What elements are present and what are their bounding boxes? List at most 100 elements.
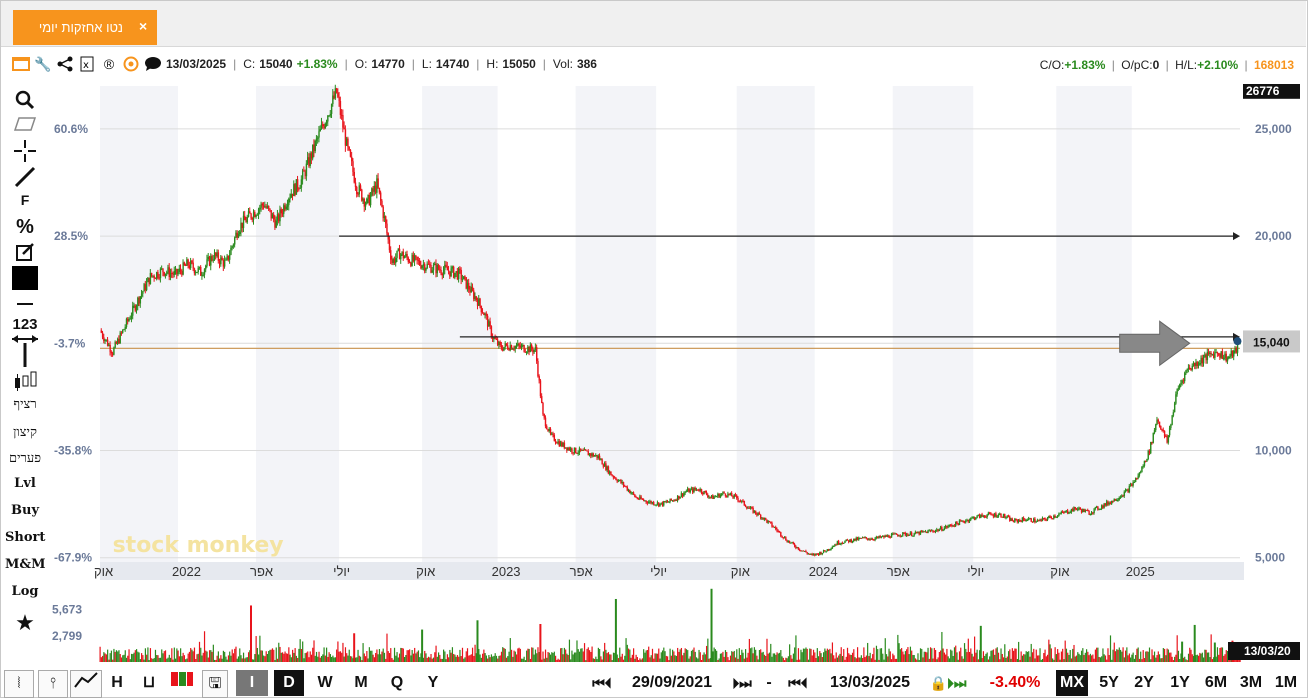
extreme-tool[interactable]: קיצון: [5, 424, 45, 440]
interval-monthly[interactable]: M: [346, 670, 376, 696]
range-2y[interactable]: 2Y: [1128, 670, 1160, 696]
range-1m[interactable]: 1M: [1270, 670, 1302, 696]
range-1y[interactable]: 1Y: [1164, 670, 1196, 696]
candle-body: [385, 216, 387, 224]
percent-tool[interactable]: %: [5, 216, 45, 239]
end-prev-nav-icon[interactable]: ⏮⏴: [780, 670, 816, 696]
bar-u-icon[interactable]: ⊔: [136, 670, 162, 696]
tab-daily-holdings[interactable]: × נטו אחזקות יומי: [13, 10, 157, 45]
candle-body: [1137, 475, 1139, 479]
excel-icon[interactable]: x: [78, 56, 96, 72]
range-5y[interactable]: 5Y: [1094, 670, 1124, 696]
candle-body: [1226, 358, 1229, 362]
color-picker-swatch[interactable]: [5, 266, 45, 293]
volume-bar: [807, 659, 810, 662]
pct-tick-label: -3.7%: [54, 336, 86, 350]
short-tool[interactable]: Short: [5, 530, 45, 545]
edit-icon[interactable]: [5, 242, 45, 265]
candle-body: [364, 203, 367, 207]
volume-bar: [464, 657, 466, 662]
candle-body: [977, 514, 980, 516]
range-max[interactable]: MX: [1056, 670, 1088, 696]
numbers-tool[interactable]: 123: [5, 316, 45, 333]
candles-icon[interactable]: [5, 370, 45, 395]
lvl-tool[interactable]: Lvl: [5, 476, 45, 491]
candle-body: [885, 535, 888, 537]
volume-bar: [911, 650, 913, 662]
comment-icon[interactable]: [144, 56, 162, 72]
trendline-icon[interactable]: [5, 166, 45, 191]
zoom-icon[interactable]: [5, 90, 45, 113]
continuous-tool[interactable]: רציף: [5, 396, 45, 412]
volume-bar: [430, 654, 432, 662]
hlc-chart-icon[interactable]: H: [104, 670, 130, 696]
volume-bar: [172, 659, 174, 662]
volume-bar: [880, 648, 883, 662]
chart-band: [575, 86, 657, 562]
candlestick-chart-icon[interactable]: ⦚: [4, 670, 34, 698]
volume-bar: [672, 649, 674, 662]
volume-bar: [948, 658, 951, 662]
lock-next-nav-icon[interactable]: 🔒⏵⏭: [922, 670, 974, 696]
save-icon[interactable]: 🖫: [202, 670, 228, 698]
candle-body: [734, 494, 737, 496]
volume-bar: [295, 655, 297, 662]
volume-bar: [1119, 649, 1122, 662]
end-date[interactable]: 13/03/2025: [818, 670, 922, 696]
volume-bar: [196, 654, 198, 662]
start-next-nav-icon[interactable]: ⏵⏭: [724, 670, 760, 696]
start-prev-nav-icon[interactable]: ⏮⏴: [584, 670, 620, 696]
crosshair-icon[interactable]: [5, 140, 45, 165]
interval-daily[interactable]: D: [274, 670, 304, 696]
candle-body: [1111, 500, 1113, 504]
volume-bar: [1132, 652, 1134, 662]
candle-body: [978, 514, 981, 518]
ohlc-chart-icon[interactable]: ⫯: [38, 670, 68, 698]
share-icon[interactable]: [56, 56, 74, 72]
line-width-icon[interactable]: [5, 296, 45, 312]
target-icon[interactable]: [122, 56, 140, 72]
candle-body: [1014, 519, 1016, 523]
volume-bar: [560, 648, 562, 662]
candle-body: [762, 517, 764, 520]
measure-icon[interactable]: [5, 334, 45, 371]
interval-yearly[interactable]: Y: [418, 670, 448, 696]
gaps-tool[interactable]: פערים: [5, 450, 45, 466]
line-chart-icon[interactable]: [70, 670, 102, 698]
range-3m[interactable]: 3M: [1236, 670, 1266, 696]
start-date[interactable]: 29/09/2021: [622, 670, 722, 696]
volume-bar: [479, 654, 481, 662]
volume-bar: [872, 654, 874, 662]
buy-tool[interactable]: Buy: [5, 503, 45, 518]
window-icon[interactable]: [12, 56, 30, 72]
volume-value: 386: [576, 57, 597, 71]
volume-bar: [503, 648, 505, 662]
volume-bar: [1191, 654, 1193, 662]
candle-body: [251, 218, 254, 220]
interval-quarterly[interactable]: Q: [382, 670, 412, 696]
candle-body: [280, 209, 282, 214]
favorite-star-icon[interactable]: ★: [5, 610, 45, 636]
trend-arrow-head: [1233, 232, 1240, 241]
chart-area[interactable]: stock monkey5,00010,00015,00020,00025,00…: [50, 82, 1302, 664]
eraser-icon[interactable]: [5, 116, 45, 135]
range-6m[interactable]: 6M: [1200, 670, 1232, 696]
volume-bar: [537, 647, 539, 662]
volume-bar: [161, 649, 163, 662]
volume-bar: [840, 647, 842, 662]
mm-tool[interactable]: M&M: [5, 557, 46, 572]
candle-body: [674, 499, 676, 501]
price-chart-svg[interactable]: stock monkey5,00010,00015,00020,00025,00…: [50, 82, 1302, 664]
tab-close-icon[interactable]: ×: [139, 18, 147, 34]
wrench-icon[interactable]: 🔧: [34, 56, 52, 72]
volume-bar: [850, 654, 852, 662]
fibonacci-tool[interactable]: F: [5, 192, 45, 208]
candle-body: [421, 265, 423, 269]
volume-bar: [887, 656, 889, 662]
registered-icon[interactable]: ®: [100, 56, 118, 72]
heikin-icon[interactable]: [168, 670, 196, 696]
candle-body: [846, 539, 849, 541]
log-tool[interactable]: Log: [5, 584, 45, 599]
interval-intraday[interactable]: I: [236, 670, 268, 696]
interval-weekly[interactable]: W: [310, 670, 340, 696]
